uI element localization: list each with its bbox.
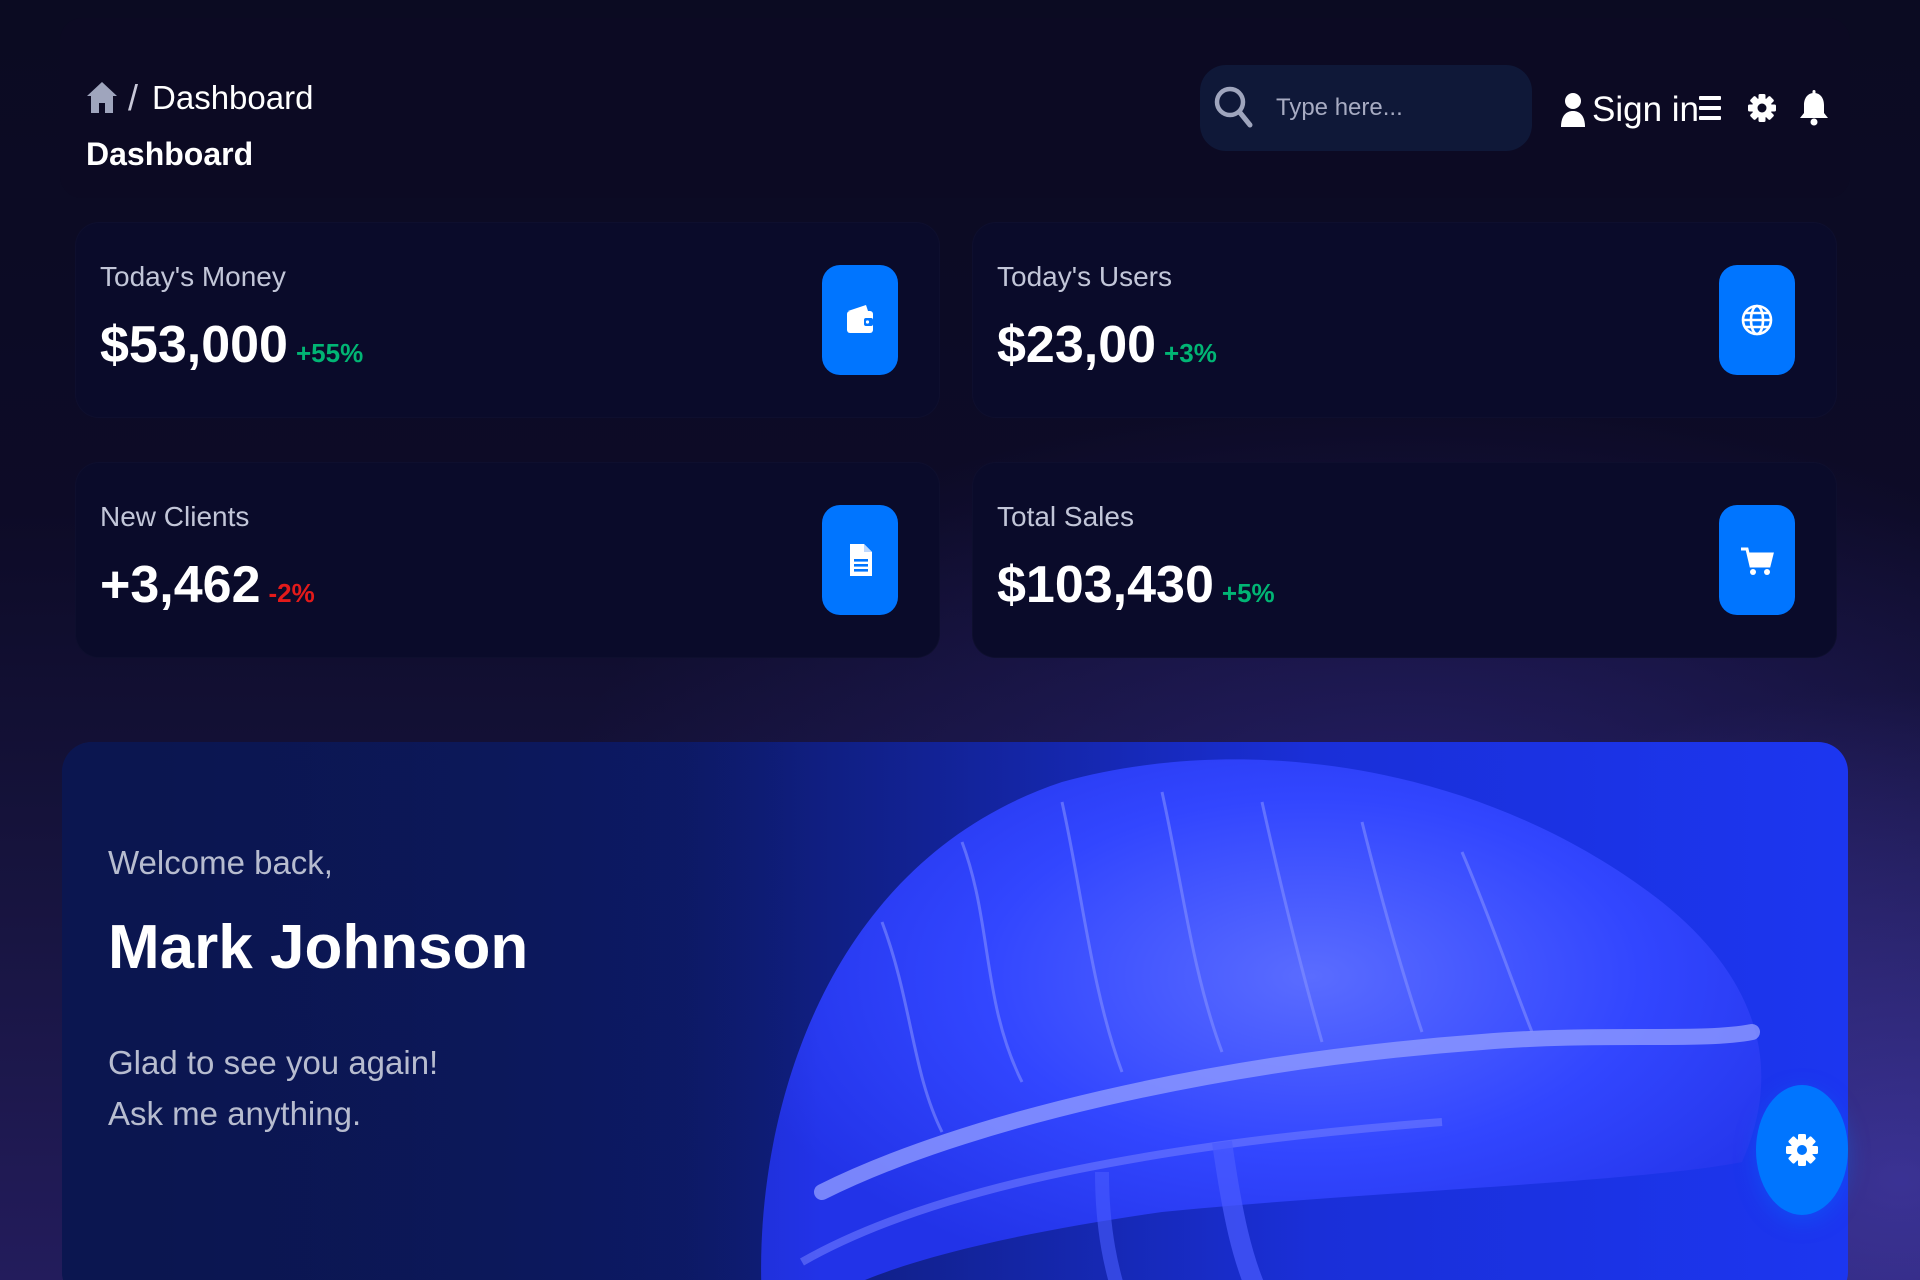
stat-card-label: Today's Users (997, 261, 1172, 292)
gear-icon[interactable] (1746, 88, 1778, 128)
stat-card-value: $103,430 (997, 556, 1214, 614)
stat-card-label: New Clients (100, 501, 250, 532)
stat-card-label: Total Sales (997, 501, 1134, 532)
stat-card-todays-users: Today's Users $23,00 +3% (972, 222, 1837, 418)
sign-in-button[interactable]: Sign in (1560, 85, 1699, 135)
top-navbar: / Dashboard Dashboard Sign in (60, 18, 1850, 198)
user-icon (1560, 92, 1586, 128)
user-name: Mark Johnson (108, 913, 529, 982)
home-icon[interactable] (86, 80, 118, 116)
sign-in-label: Sign in (1592, 90, 1700, 129)
stat-card-value: $23,00 (997, 316, 1157, 374)
globe-icon (1719, 265, 1795, 375)
stat-card-change: -2% (268, 578, 315, 608)
dashboard-page: / Dashboard Dashboard Sign in (0, 0, 1920, 1280)
page-title: Dashboard (86, 136, 254, 172)
search-input[interactable] (1276, 65, 1516, 151)
stat-card-change: +55% (295, 338, 364, 368)
bell-icon[interactable] (1798, 88, 1830, 128)
stat-card-change: +5% (1221, 578, 1275, 608)
stat-card-value: +3,462 (100, 556, 261, 614)
jellyfish-image (62, 742, 1762, 1280)
stat-card-new-clients: New Clients +3,462 -2% (75, 462, 940, 658)
wallet-icon (822, 265, 898, 375)
stat-card-value: $53,000 (100, 316, 288, 374)
floating-settings-button[interactable] (1756, 1085, 1848, 1215)
search-bar[interactable] (1200, 65, 1532, 151)
breadcrumb-current[interactable]: Dashboard (152, 79, 313, 117)
welcome-banner: Welcome back, Mark Johnson Glad to see y… (62, 742, 1848, 1280)
hamburger-menu-icon[interactable] (1695, 88, 1727, 128)
breadcrumb-separator: / (128, 77, 139, 118)
stat-card-todays-money: Today's Money $53,000 +55% (75, 222, 940, 418)
stat-card-label: Today's Money (100, 261, 286, 292)
stat-card-total-sales: Total Sales $103,430 +5% (972, 462, 1837, 658)
cart-icon (1719, 505, 1795, 615)
welcome-message-line-1: Glad to see you again! (108, 1044, 439, 1081)
stat-card-change: +3% (1164, 338, 1217, 368)
welcome-message-line-2: Ask me anything. (108, 1095, 362, 1132)
gear-icon (1784, 1130, 1820, 1170)
breadcrumb: / Dashboard (86, 58, 313, 138)
document-icon (822, 505, 898, 615)
search-icon (1212, 84, 1256, 132)
welcome-greeting: Welcome back, (108, 844, 333, 881)
